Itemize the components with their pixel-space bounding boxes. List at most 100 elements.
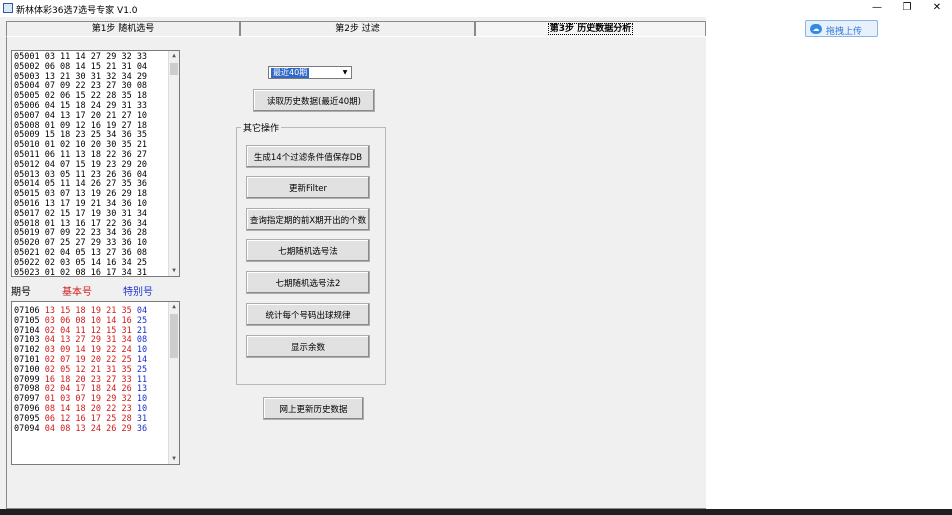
draw-special-number: 36 (136, 423, 148, 434)
table-row[interactable]: 07102 03 09 14 19 22 24 10 (14, 345, 147, 355)
scroll-thumb[interactable] (170, 314, 178, 358)
history-rows: 05001 03 11 14 27 29 32 33 05002 06 08 14… (14, 52, 147, 276)
draw-special-number: 14 (136, 354, 148, 365)
query-previous-periods-button[interactable]: 查询指定期的前X期开出的个数 (246, 208, 370, 231)
table-row[interactable]: 07105 03 06 08 10 14 16 25 (14, 316, 147, 326)
table-row[interactable]: 07098 02 04 17 18 24 26 13 (14, 384, 147, 394)
list-item[interactable]: 05020 07 25 27 29 33 36 10 (14, 238, 147, 248)
app-icon (3, 3, 13, 13)
side-panel (706, 17, 952, 509)
restore-button[interactable]: ❐ (892, 0, 922, 17)
show-remainder-button[interactable]: 显示余数 (246, 335, 370, 358)
table-row[interactable]: 07094 04 08 13 24 26 29 36 (14, 424, 147, 434)
history-scrollbar[interactable]: ▲ ▼ (168, 51, 179, 276)
close-button[interactable]: ✕ (922, 0, 952, 17)
draw-period: 07102 (14, 345, 40, 356)
list-item[interactable]: 05005 02 06 15 22 28 35 18 (14, 91, 147, 101)
draw-special-number: 11 (136, 374, 148, 385)
chevron-down-icon[interactable]: ▼ (340, 68, 350, 77)
basic-number-header: 基本号 (62, 287, 92, 298)
draw-basic-numbers: 16 18 20 23 27 33 (44, 374, 132, 385)
draw-special-number: 21 (136, 325, 148, 336)
draw-basic-numbers: 02 07 19 20 22 25 (44, 354, 132, 365)
list-item[interactable]: 05013 03 05 11 23 26 36 04 (14, 170, 147, 180)
taskbar (0, 509, 952, 515)
draw-basic-numbers: 04 13 27 29 31 34 (44, 335, 132, 346)
draw-period: 07098 (14, 384, 40, 395)
draw-period: 07103 (14, 335, 40, 346)
table-row[interactable]: 07103 04 13 27 29 31 34 08 (14, 335, 147, 345)
stat-each-number-button[interactable]: 统计每个号码出球规律 (246, 303, 370, 326)
period-range-select[interactable]: 最近40期 ▼ (268, 66, 352, 79)
list-item[interactable]: 05018 01 13 16 17 22 36 34 (14, 219, 147, 229)
gen-14-filter-button[interactable]: 生成14个过滤条件值保存DB (246, 145, 370, 168)
tab-history-analysis[interactable]: 第3步 历史数据分析 (475, 21, 706, 37)
draw-special-number: 31 (136, 413, 148, 424)
draw-rows: 07106 13 15 18 19 21 35 04 07105 03 06 08… (14, 306, 147, 434)
scroll-up-icon[interactable]: ▲ (169, 302, 179, 312)
draw-basic-numbers: 13 15 18 19 21 35 (44, 306, 132, 316)
table-row[interactable]: 07104 02 04 11 12 15 31 21 (14, 326, 147, 336)
draw-special-number: 13 (136, 384, 148, 395)
draw-special-number: 10 (136, 403, 148, 414)
table-row[interactable]: 07096 08 14 18 20 22 23 10 (14, 404, 147, 414)
scroll-thumb[interactable] (170, 63, 178, 75)
tab-random-pick[interactable]: 第1步 随机选号 (6, 21, 240, 37)
tab-strip: 第1步 随机选号 第2步 过滤 第3步 历史数据分析 (6, 21, 706, 37)
table-row[interactable]: 07106 13 15 18 19 21 35 04 (14, 306, 147, 316)
table-row[interactable]: 07099 16 18 20 23 27 33 11 (14, 375, 147, 385)
minimize-button[interactable]: — (862, 0, 892, 17)
table-row[interactable]: 07097 01 03 07 19 29 32 10 (14, 394, 147, 404)
list-item[interactable]: 05010 01 02 10 20 30 35 21 (14, 140, 147, 150)
list-item[interactable]: 05019 07 09 22 23 34 36 28 (14, 228, 147, 238)
list-item[interactable]: 05021 02 04 05 13 27 36 08 (14, 248, 147, 258)
draw-special-number: 10 (136, 345, 148, 356)
list-item[interactable]: 05008 01 09 12 16 19 27 18 (14, 121, 147, 131)
draws-scrollbar[interactable]: ▲ ▼ (168, 302, 179, 464)
read-history-button[interactable]: 读取历史数据(最近40期) (253, 89, 375, 112)
list-item[interactable]: 05015 03 07 13 19 26 29 18 (14, 189, 147, 199)
tab-filter[interactable]: 第2步 过滤 (240, 21, 475, 37)
cloud-icon: ☁ (810, 24, 822, 34)
list-item[interactable]: 05003 13 21 30 31 32 34 29 (14, 72, 147, 82)
draw-special-number: 10 (136, 394, 148, 405)
list-item[interactable]: 05001 03 11 14 27 29 32 33 (14, 52, 147, 62)
table-row[interactable]: 07101 02 07 19 20 22 25 14 (14, 355, 147, 365)
draw-period: 07100 (14, 364, 40, 375)
list-item[interactable]: 05006 04 15 18 24 29 31 33 (14, 101, 147, 111)
list-item[interactable]: 05012 04 07 15 19 23 29 20 (14, 160, 147, 170)
draw-basic-numbers: 06 12 16 17 25 28 (44, 413, 132, 424)
draw-basic-numbers: 03 09 14 19 22 24 (44, 345, 132, 356)
draw-basic-numbers: 01 03 07 19 29 32 (44, 394, 132, 405)
history-listbox[interactable]: 05001 03 11 14 27 29 32 33 05002 06 08 14… (11, 50, 180, 277)
list-item[interactable]: 05017 02 15 17 19 30 31 34 (14, 209, 147, 219)
table-row[interactable]: 07100 02 05 12 21 31 35 25 (14, 365, 147, 375)
draw-basic-numbers: 03 06 08 10 14 16 (44, 315, 132, 326)
update-filter-button[interactable]: 更新Filter (246, 176, 370, 199)
period-header: 期号 (11, 287, 31, 298)
draw-basic-numbers: 02 05 12 21 31 35 (44, 364, 132, 375)
list-item[interactable]: 05022 02 03 05 14 16 34 25 (14, 258, 147, 268)
scroll-up-icon[interactable]: ▲ (169, 51, 179, 61)
list-item[interactable]: 05016 13 17 19 21 34 36 10 (14, 199, 147, 209)
list-item[interactable]: 05004 07 09 22 23 27 30 08 (14, 81, 147, 91)
draw-period: 07099 (14, 374, 40, 385)
list-item[interactable]: 05002 06 08 14 15 21 31 04 (14, 62, 147, 72)
list-item[interactable]: 05009 15 18 23 25 34 36 35 (14, 130, 147, 140)
drag-upload-button[interactable]: ☁ 拖拽上传 (805, 20, 878, 37)
draw-special-number: 04 (136, 306, 148, 316)
draw-special-number: 25 (136, 315, 148, 326)
table-row[interactable]: 07095 06 12 16 17 25 28 31 (14, 414, 147, 424)
list-item[interactable]: 05014 05 11 14 26 27 35 36 (14, 179, 147, 189)
scroll-down-icon[interactable]: ▼ (169, 454, 179, 464)
seven-period-random-2-button[interactable]: 七期随机选号法2 (246, 271, 370, 294)
seven-period-random-button[interactable]: 七期随机选号法 (246, 239, 370, 262)
draws-listbox[interactable]: 07106 13 15 18 19 21 35 04 07105 03 06 08… (11, 301, 180, 465)
scroll-down-icon[interactable]: ▼ (169, 266, 179, 276)
online-update-history-button[interactable]: 网上更新历史数据 (263, 397, 364, 420)
draw-period: 07104 (14, 325, 40, 336)
list-item[interactable]: 05023 01 02 08 16 17 34 31 (14, 268, 147, 276)
draw-period: 07094 (14, 423, 40, 434)
list-item[interactable]: 05011 06 11 13 18 22 36 27 (14, 150, 147, 160)
list-item[interactable]: 05007 04 13 17 20 21 27 10 (14, 111, 147, 121)
